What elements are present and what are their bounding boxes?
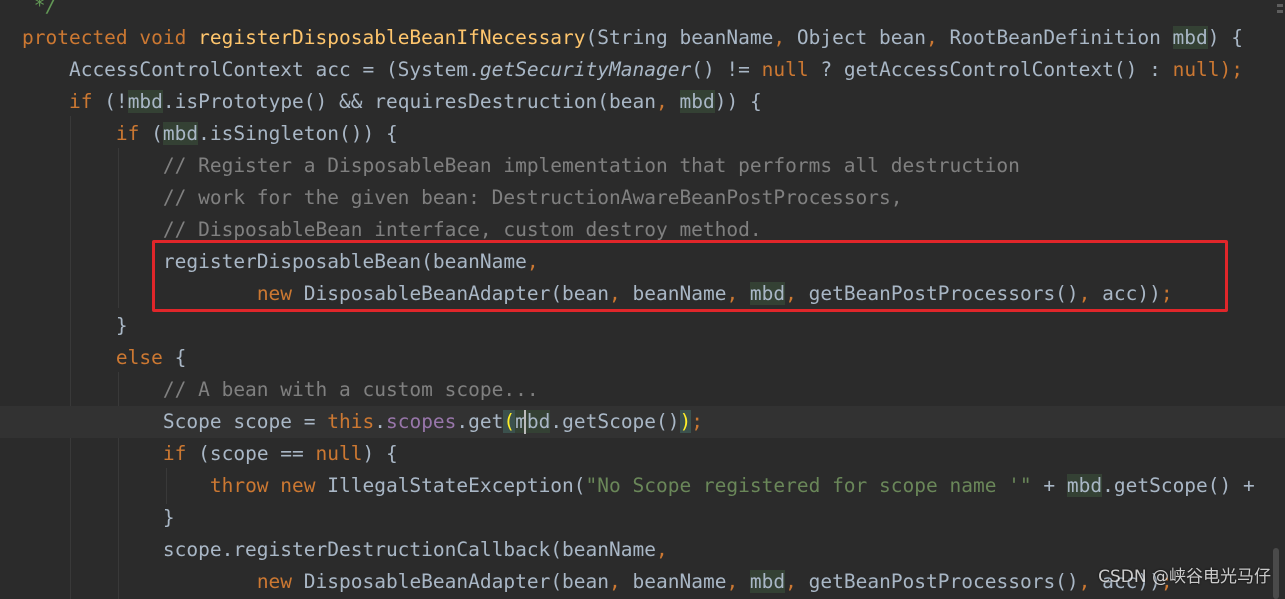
code-line[interactable]: } <box>0 310 128 342</box>
code-token: getBeanPostProcessors() <box>808 570 1079 593</box>
code-token: mbd <box>749 570 786 593</box>
code-token: AccessControlContext acc = (System. <box>22 58 480 81</box>
code-token: RootBeanDefinition <box>949 26 1173 49</box>
code-token: if <box>68 90 93 113</box>
code-line[interactable]: if (scope == null) { <box>0 438 398 470</box>
code-token: ) <box>679 410 692 433</box>
scroll-marker <box>1277 10 1283 13</box>
code-line[interactable]: AccessControlContext acc = (System.getSe… <box>0 54 1243 86</box>
code-line[interactable]: } <box>0 502 175 534</box>
code-token: ( <box>139 122 163 145</box>
code-token: .getScope() + <box>1102 474 1255 497</box>
code-token: null <box>1172 58 1220 81</box>
code-token: beanName <box>632 570 727 593</box>
code-token: throw new <box>209 474 328 497</box>
code-editor[interactable]: */ protected void registerDisposableBeanI… <box>0 0 1285 599</box>
code-token: "No Scope registered for scope name '" <box>585 474 1032 497</box>
code-token: scopes <box>385 410 457 433</box>
code-token: () != <box>691 58 762 81</box>
code-token: else <box>115 346 175 369</box>
code-token: , <box>655 538 668 561</box>
code-line[interactable]: scope.registerDestructionCallback(beanNa… <box>0 534 668 566</box>
code-token: // Register a DisposableBean implementat… <box>22 154 1020 177</box>
code-token: // A bean with a custom scope... <box>22 378 539 401</box>
code-token: IllegalStateException( <box>327 474 586 497</box>
code-token: mbd <box>1172 26 1208 49</box>
code-token: .isSingleton()) { <box>198 122 398 145</box>
code-line[interactable]: protected void registerDisposableBeanIfN… <box>0 22 1243 54</box>
code-line[interactable]: if (!mbd.isPrototype() && requiresDestru… <box>0 86 762 118</box>
code-token: // DisposableBean interface, custom dest… <box>22 218 762 241</box>
code-token: protected void <box>22 26 199 49</box>
code-token: , <box>926 26 950 49</box>
code-token: mbd <box>162 122 199 145</box>
code-token: mbd <box>127 90 163 113</box>
scrollbar-thumb[interactable] <box>1273 548 1279 599</box>
code-token: mbd <box>679 90 715 113</box>
code-token: , <box>726 570 750 593</box>
code-token: null <box>761 58 809 81</box>
code-token: ; <box>691 410 704 433</box>
code-token: null <box>315 442 363 465</box>
watermark: CSDN @峡谷电光马仔 <box>1098 567 1271 587</box>
code-token: getSecurityManager <box>479 58 692 81</box>
code-token: } <box>22 506 175 529</box>
code-line[interactable]: // Register a DisposableBean implementat… <box>0 150 1020 182</box>
code-token: { <box>174 346 187 369</box>
code-line[interactable]: // work for the given bean: DestructionA… <box>0 182 903 214</box>
code-token: ( <box>503 410 516 433</box>
text-caret <box>524 410 526 434</box>
code-token: + <box>1031 474 1067 497</box>
code-token: DisposableBeanAdapter(bean <box>303 570 610 593</box>
red-annotation-box <box>152 240 1228 312</box>
code-token: Object bean <box>796 26 926 49</box>
code-token: , <box>773 26 797 49</box>
code-token: this <box>327 410 375 433</box>
code-line[interactable]: throw new IllegalStateException("No Scop… <box>0 470 1255 502</box>
code-token: Scope scope = <box>22 410 328 433</box>
code-token: , <box>656 90 680 113</box>
code-token: )) { <box>714 90 762 113</box>
scroll-marker <box>1277 4 1283 7</box>
code-token: , <box>785 570 809 593</box>
code-token: */ <box>22 0 58 17</box>
code-line[interactable]: // A bean with a custom scope... <box>0 374 539 406</box>
code-token: ); <box>1219 58 1244 81</box>
code-token: (String beanName <box>585 26 774 49</box>
code-line[interactable]: new DisposableBeanAdapter(bean, beanName… <box>0 566 1173 598</box>
code-token: mbd <box>515 410 551 433</box>
vertical-scrollbar[interactable] <box>1271 0 1285 599</box>
code-token: if <box>162 442 187 465</box>
code-line[interactable]: if (mbd.isSingleton()) { <box>0 118 398 150</box>
code-token: new <box>256 570 304 593</box>
code-token: if <box>115 122 140 145</box>
code-line[interactable]: else { <box>0 342 186 374</box>
code-token: . <box>374 410 386 433</box>
code-token: (! <box>92 90 128 113</box>
code-token: ? getAccessControlContext() : <box>808 58 1173 81</box>
code-token: (scope == <box>186 442 316 465</box>
code-token: // work for the given bean: DestructionA… <box>22 186 903 209</box>
code-token: } <box>22 314 128 337</box>
code-token: .get <box>456 410 504 433</box>
code-line[interactable]: Scope scope = this.scopes.get(mbd.getSco… <box>0 406 1285 438</box>
code-token: scope.registerDestructionCallback(beanNa… <box>22 538 656 561</box>
code-token: registerDisposableBeanIfNecessary <box>198 26 586 49</box>
code-token: .getScope() <box>550 410 680 433</box>
code-token: ) { <box>362 442 398 465</box>
code-token: , <box>609 570 633 593</box>
code-token: .isPrototype() && requiresDestruction(be… <box>162 90 657 113</box>
code-token: ) { <box>1207 26 1244 49</box>
code-line[interactable]: */ <box>0 0 58 22</box>
code-token: mbd <box>1066 474 1103 497</box>
